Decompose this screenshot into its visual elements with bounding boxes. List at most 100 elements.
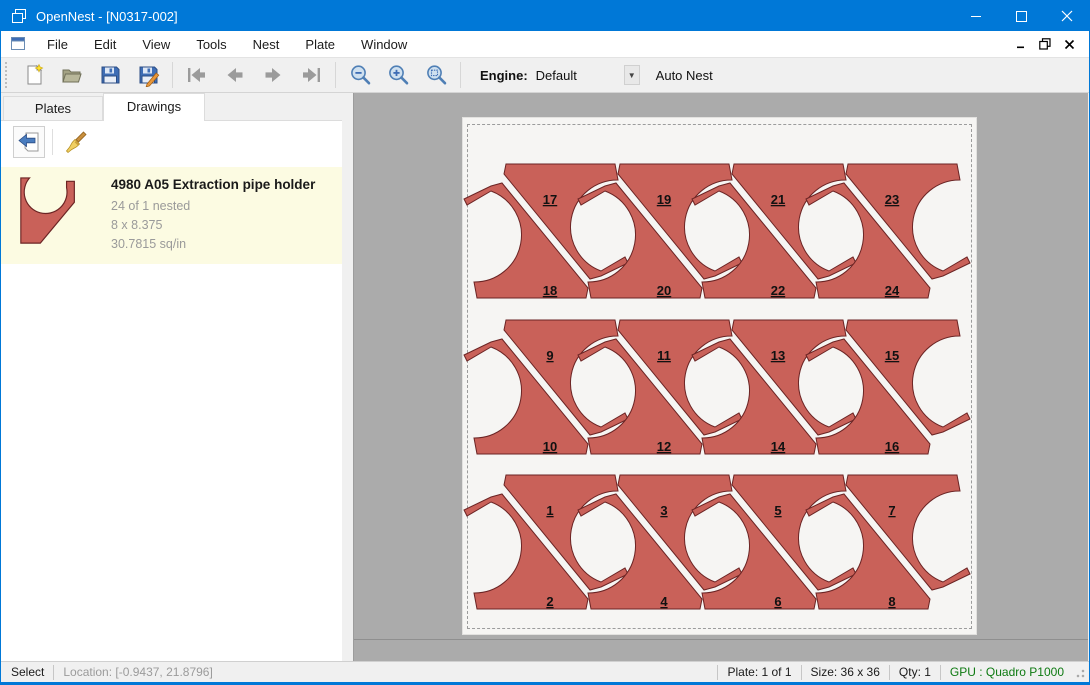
chevron-down-icon[interactable]: ▼ [624,65,640,85]
auto-nest-button[interactable]: Auto Nest [656,68,713,83]
nav-first-button[interactable] [178,60,216,90]
window-bottom-border [1,682,1089,684]
menu-item-view[interactable]: View [129,32,183,57]
drawings-toolbar [1,121,342,163]
open-icon [60,63,84,87]
restore-icon [1039,38,1051,50]
zoom-out-icon [348,63,372,87]
panel-splitter[interactable] [342,120,353,661]
status-bar: Select Location: [-0.9437, 21.8796] Plat… [1,661,1089,682]
part-number-14: 14 [771,439,786,454]
toolbar-separator [460,62,461,88]
part-number-10: 10 [543,439,557,454]
clean-button[interactable] [60,126,92,158]
menu-item-window[interactable]: Window [348,32,420,57]
mdi-window-controls [1009,33,1089,55]
menu-items: FileEditViewToolsNestPlateWindow [34,32,420,57]
part-number-16: 16 [885,439,899,454]
part-number-6: 6 [774,594,781,609]
toolbar-grip[interactable] [4,62,9,88]
broom-icon [64,130,88,154]
part-number-21: 21 [771,192,785,207]
close-icon [1064,39,1075,50]
left-panel: Plates Drawings [1,93,353,661]
nav-prev-icon [223,63,247,87]
part-number-15: 15 [885,348,899,363]
mdi-close-button[interactable] [1057,33,1081,55]
drawing-list-item[interactable]: 4980 A05 Extraction pipe holder 24 of 1 … [1,167,342,264]
resize-grip[interactable] [1072,665,1086,679]
close-button[interactable] [1044,1,1089,31]
nav-last-icon [299,63,323,87]
part-number-3: 3 [660,503,667,518]
status-segment-3: GPU : Quadro P1000 [950,665,1064,679]
part-number-12: 12 [657,439,671,454]
engine-label: Engine: [480,68,528,83]
title-bar: OpenNest - [N0317-002] [1,1,1089,31]
minimize-button[interactable] [954,1,999,31]
part-number-2: 2 [546,594,553,609]
nesting-canvas[interactable]: 171819202122232491011121314151612345678 [353,93,1088,661]
maximize-button[interactable] [999,1,1044,31]
save-as-button[interactable] [129,60,167,90]
plate[interactable]: 171819202122232491011121314151612345678 [462,117,977,635]
zoom-in-icon [386,63,410,87]
drawing-item-info: 4980 A05 Extraction pipe holder 24 of 1 … [89,175,315,254]
status-segment-0: Plate: 1 of 1 [727,665,791,679]
status-location: Location: [-0.9437, 21.8796] [63,665,212,679]
engine-combo-value: Default [536,68,624,83]
drawing-item-area: 30.7815 sq/in [111,235,315,254]
drawing-item-dims: 8 x 8.375 [111,216,315,235]
save-button[interactable] [91,60,129,90]
nested-parts-layer: 171819202122232491011121314151612345678 [463,118,978,636]
zoom-fit-icon [424,63,448,87]
drawing-item-title: 4980 A05 Extraction pipe holder [111,177,315,192]
part-thumbnail [13,175,89,247]
toolbar-separator [52,129,53,155]
save-icon [98,63,122,87]
zoom-in-button[interactable] [379,60,417,90]
zoom-out-button[interactable] [341,60,379,90]
nav-last-button[interactable] [292,60,330,90]
status-separator [801,665,802,680]
document-icon [10,36,26,52]
menu-bar: FileEditViewToolsNestPlateWindow [1,31,1089,58]
app-window: OpenNest - [N0317-002] FileEditViewTools… [0,0,1090,685]
menu-item-tools[interactable]: Tools [183,32,239,57]
menu-item-plate[interactable]: Plate [292,32,348,57]
part-number-9: 9 [546,348,553,363]
part-number-11: 11 [657,348,671,363]
toolbar-buttons [15,60,466,90]
part-number-13: 13 [771,348,785,363]
menu-item-edit[interactable]: Edit [81,32,129,57]
new-button[interactable] [15,60,53,90]
status-separator [889,665,890,680]
back-button[interactable] [13,126,45,158]
part-number-17: 17 [543,192,557,207]
tab-strip: Plates Drawings [1,93,353,120]
window-title: OpenNest - [N0317-002] [36,9,954,24]
part-number-23: 23 [885,192,899,207]
part-number-5: 5 [774,503,781,518]
status-segment-1: Size: 36 x 36 [811,665,880,679]
mdi-minimize-button[interactable] [1009,33,1033,55]
maximize-icon [1016,11,1027,22]
status-mode: Select [1,665,44,679]
new-icon [22,63,46,87]
open-button[interactable] [53,60,91,90]
menu-item-nest[interactable]: Nest [240,32,293,57]
tab-plates[interactable]: Plates [3,96,103,120]
nav-prev-button[interactable] [216,60,254,90]
menu-item-file[interactable]: File [34,32,81,57]
tab-drawings[interactable]: Drawings [103,93,205,121]
mdi-restore-button[interactable] [1033,33,1057,55]
nav-first-icon [185,63,209,87]
canvas-edge-line [354,639,1088,640]
engine-combo[interactable]: Default ▼ [536,63,640,87]
close-icon [1061,10,1073,22]
status-separator [717,665,718,680]
nav-next-button[interactable] [254,60,292,90]
zoom-fit-button[interactable] [417,60,455,90]
part-number-4: 4 [660,594,668,609]
part-number-8: 8 [888,594,895,609]
